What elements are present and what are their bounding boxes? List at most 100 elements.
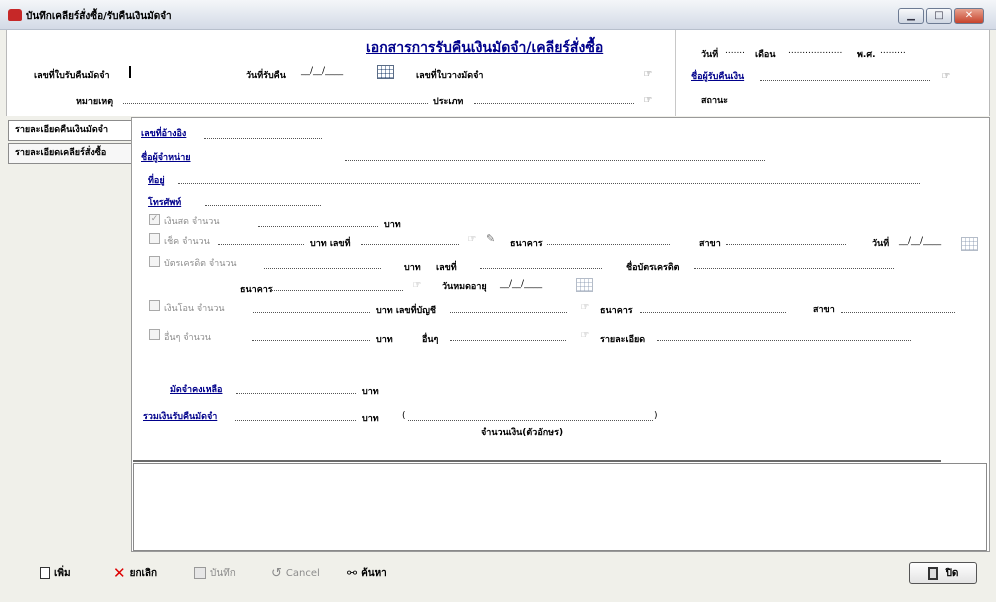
- transfer-lookup-icon[interactable]: ☞: [578, 302, 592, 313]
- cancel-doc-label: ยกเลิก: [129, 567, 158, 579]
- credit-no-label: เลขที่: [436, 263, 457, 273]
- type-lookup-icon[interactable]: ☞: [641, 95, 655, 106]
- deposit-lookup-icon[interactable]: ☞: [641, 69, 655, 80]
- receiver-input[interactable]: [760, 80, 930, 81]
- transfer-amount-input[interactable]: [253, 312, 370, 313]
- cheque-branch-input[interactable]: [726, 244, 846, 245]
- transfer-account-input[interactable]: [450, 312, 567, 313]
- transfer-checkbox[interactable]: [149, 300, 160, 311]
- year-label: พ.ศ.: [857, 50, 876, 60]
- header-divider: [675, 30, 676, 116]
- other-checkbox[interactable]: [149, 329, 160, 340]
- card-name-input[interactable]: [694, 268, 894, 269]
- phone-input[interactable]: [205, 205, 321, 206]
- save-label: บันทึก: [210, 567, 236, 579]
- receiver-label[interactable]: ชื่อผู้รับคืนเงิน: [691, 69, 744, 83]
- address-input[interactable]: [178, 183, 920, 184]
- other-label: อื่นๆ จำนวน: [164, 333, 211, 343]
- cancel-doc-button[interactable]: ✕ ยกเลิก: [113, 563, 157, 583]
- save-icon: [194, 567, 206, 579]
- day-label: วันที่: [701, 50, 719, 60]
- close-button[interactable]: ปิด: [909, 562, 977, 584]
- status-label: สถานะ: [701, 96, 728, 106]
- other-lookup-icon[interactable]: ☞: [578, 330, 592, 341]
- tab-clear-order-detail[interactable]: รายละเอียดเคลียร์สั่งซื้อ: [8, 143, 132, 164]
- remark-label: หมายเหตุ: [76, 97, 114, 107]
- transfer-branch-input[interactable]: [841, 312, 955, 313]
- close-label: ปิด: [945, 567, 959, 579]
- pen-icon[interactable]: ✎: [486, 232, 495, 245]
- cheque-checkbox[interactable]: [149, 233, 160, 244]
- tab-refund-detail[interactable]: รายละเอียดคืนเงินมัดจำ: [8, 120, 133, 141]
- other-baht-label: บาท: [376, 335, 393, 345]
- search-button[interactable]: ⚯ ค้นหา: [347, 563, 387, 583]
- cheque-date-calendar-icon[interactable]: [961, 237, 978, 251]
- ref-no-label[interactable]: เลขที่อ้างอิง: [141, 126, 186, 140]
- card-bank-lookup-icon[interactable]: ☞: [410, 280, 424, 291]
- maximize-button[interactable]: □: [926, 8, 952, 24]
- delete-icon: ✕: [113, 564, 126, 582]
- window-title: บันทึกเคลียร์สั่งซื้อ/รับคืนเงินมัดจำ: [26, 11, 172, 22]
- type-label: ประเภท: [433, 97, 464, 107]
- transfer-account-label: บาท เลขที่บัญชี: [376, 306, 436, 316]
- refund-no-input[interactable]: [129, 66, 131, 78]
- deposit-left-input[interactable]: [236, 393, 356, 394]
- cancel-button[interactable]: ↺ Cancel: [271, 563, 320, 583]
- cheque-date-label: วันที่: [872, 239, 890, 249]
- credit-no-input[interactable]: [480, 268, 602, 269]
- day-value: .......: [725, 46, 746, 56]
- title-bar: บันทึกเคลียร์สั่งซื้อ/รับคืนเงินมัดจำ ▁ …: [0, 0, 996, 30]
- add-button[interactable]: เพิ่ม: [40, 563, 71, 583]
- cheque-lookup-icon[interactable]: ☞: [465, 234, 479, 245]
- cash-label: เงินสด จำนวน: [164, 217, 220, 227]
- detail-input[interactable]: [657, 340, 911, 341]
- vendor-input[interactable]: [345, 160, 765, 161]
- close-window-button[interactable]: ✕: [954, 8, 984, 24]
- new-file-icon: [40, 567, 50, 579]
- ref-no-input[interactable]: [204, 138, 322, 139]
- total-baht-label: บาท: [362, 414, 379, 424]
- save-button[interactable]: บันทึก: [194, 563, 236, 583]
- remark-input[interactable]: [123, 103, 428, 104]
- refund-date-input[interactable]: __/__/____: [301, 66, 343, 76]
- notes-textarea[interactable]: [133, 463, 987, 551]
- cheque-label: เช็ค จำนวน: [164, 237, 210, 247]
- cheque-date-input[interactable]: __/__/____: [899, 236, 941, 246]
- cash-amount-input[interactable]: [258, 226, 378, 227]
- cash-checkbox[interactable]: ✓: [149, 214, 160, 225]
- cheque-no-input[interactable]: [361, 244, 459, 245]
- deposit-left-label: มัดจำคงเหลือ: [170, 385, 223, 395]
- month-value: ...................: [788, 46, 843, 56]
- amount-text-input[interactable]: [408, 420, 653, 421]
- others-input[interactable]: [450, 340, 566, 341]
- transfer-bank-input[interactable]: [640, 312, 786, 313]
- credit-checkbox[interactable]: [149, 256, 160, 267]
- cheque-bank-input[interactable]: [547, 244, 670, 245]
- total-input[interactable]: [235, 420, 356, 421]
- credit-label: บัตรเครดิต จำนวน: [164, 259, 237, 269]
- other-amount-input[interactable]: [252, 340, 370, 341]
- cheque-baht-no-label: บาท เลขที่: [310, 239, 351, 249]
- add-label: เพิ่ม: [54, 567, 71, 579]
- card-name-label: ชื่อบัตรเครดิต: [626, 263, 680, 273]
- expire-date-input[interactable]: __/__/____: [500, 279, 542, 289]
- binoculars-icon: ⚯: [347, 566, 358, 580]
- amount-text-open: (: [402, 411, 406, 421]
- type-input[interactable]: [474, 103, 634, 104]
- deposit-left-baht-label: บาท: [362, 387, 379, 397]
- cheque-bank-label: ธนาคาร: [510, 239, 543, 249]
- transfer-branch-label: สาขา: [813, 305, 835, 315]
- refund-date-calendar-icon[interactable]: [377, 65, 394, 79]
- cheque-amount-input[interactable]: [218, 244, 304, 245]
- exit-door-icon: [927, 566, 938, 580]
- expire-calendar-icon[interactable]: [576, 278, 593, 292]
- year-value: .........: [880, 46, 906, 56]
- credit-amount-input[interactable]: [264, 268, 381, 269]
- minimize-button[interactable]: ▁: [898, 8, 924, 24]
- cheque-branch-label: สาขา: [699, 239, 721, 249]
- card-bank-input[interactable]: [271, 290, 403, 291]
- receiver-lookup-icon[interactable]: ☞: [939, 71, 953, 82]
- refund-date-label: วันที่รับคืน: [246, 71, 286, 81]
- separator: [133, 460, 941, 462]
- vendor-label[interactable]: ชื่อผู้จำหน่าย: [141, 150, 191, 164]
